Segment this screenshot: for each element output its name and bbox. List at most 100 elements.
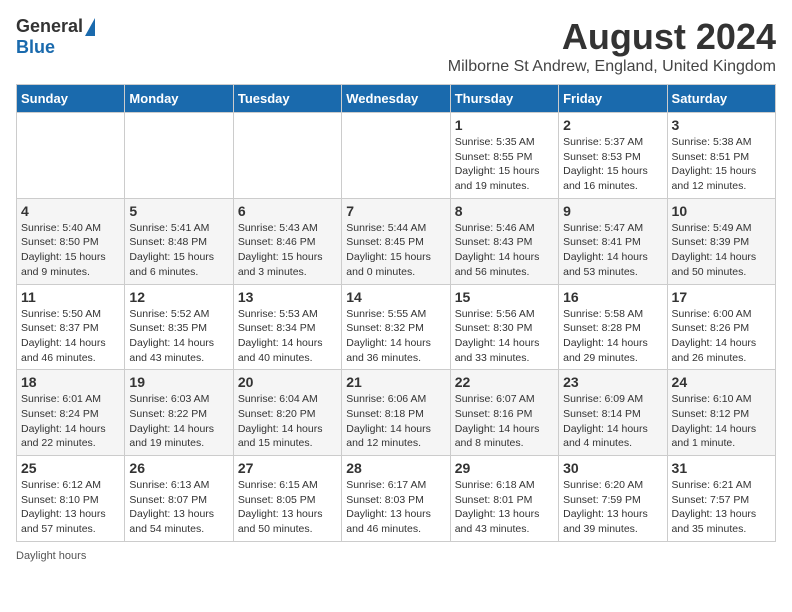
day-info: Sunrise: 5:52 AM Sunset: 8:35 PM Dayligh… — [129, 307, 228, 366]
day-number: 5 — [129, 203, 228, 219]
day-number: 30 — [563, 460, 662, 476]
day-info: Sunrise: 6:15 AM Sunset: 8:05 PM Dayligh… — [238, 478, 337, 537]
calendar-cell: 6 Sunrise: 5:43 AM Sunset: 8:46 PM Daylig… — [233, 198, 341, 284]
day-info: Sunrise: 5:55 AM Sunset: 8:32 PM Dayligh… — [346, 307, 445, 366]
day-info: Sunrise: 5:50 AM Sunset: 8:37 PM Dayligh… — [21, 307, 120, 366]
day-number: 4 — [21, 203, 120, 219]
calendar-cell — [17, 113, 125, 199]
calendar-cell: 23Sunrise: 6:09 AM Sunset: 8:14 PM Dayli… — [559, 370, 667, 456]
day-info: Sunrise: 6:10 AM Sunset: 8:12 PM Dayligh… — [672, 392, 771, 451]
day-number: 29 — [455, 460, 554, 476]
day-info: Sunrise: 6:06 AM Sunset: 8:18 PM Dayligh… — [346, 392, 445, 451]
day-number: 6 — [238, 203, 337, 219]
day-number: 22 — [455, 374, 554, 390]
day-info: Sunrise: 5:35 AM Sunset: 8:55 PM Dayligh… — [455, 135, 554, 194]
day-info: Sunrise: 5:43 AM Sunset: 8:46 PM Dayligh… — [238, 221, 337, 280]
calendar-cell — [233, 113, 341, 199]
calendar-day-header: Wednesday — [342, 85, 450, 113]
day-info: Sunrise: 6:03 AM Sunset: 8:22 PM Dayligh… — [129, 392, 228, 451]
calendar-week-row: 25Sunrise: 6:12 AM Sunset: 8:10 PM Dayli… — [17, 456, 776, 542]
calendar-header-row: SundayMondayTuesdayWednesdayThursdayFrid… — [17, 85, 776, 113]
day-info: Sunrise: 6:17 AM Sunset: 8:03 PM Dayligh… — [346, 478, 445, 537]
logo-general-text: General — [16, 16, 83, 37]
day-info: Sunrise: 5:37 AM Sunset: 8:53 PM Dayligh… — [563, 135, 662, 194]
page-header: General Blue August 2024 Milborne St And… — [16, 16, 776, 76]
day-number: 19 — [129, 374, 228, 390]
calendar-cell: 31Sunrise: 6:21 AM Sunset: 7:57 PM Dayli… — [667, 456, 775, 542]
main-title: August 2024 — [448, 16, 776, 58]
day-number: 1 — [455, 117, 554, 133]
calendar-cell: 26Sunrise: 6:13 AM Sunset: 8:07 PM Dayli… — [125, 456, 233, 542]
calendar-cell: 12 Sunrise: 5:52 AM Sunset: 8:35 PM Dayli… — [125, 284, 233, 370]
calendar-table: SundayMondayTuesdayWednesdayThursdayFrid… — [16, 84, 776, 542]
day-number: 17 — [672, 289, 771, 305]
day-info: Sunrise: 6:21 AM Sunset: 7:57 PM Dayligh… — [672, 478, 771, 537]
day-info: Sunrise: 5:38 AM Sunset: 8:51 PM Dayligh… — [672, 135, 771, 194]
day-number: 25 — [21, 460, 120, 476]
day-number: 15 — [455, 289, 554, 305]
calendar-cell: 18 Sunrise: 6:01 AM Sunset: 8:24 PM Dayli… — [17, 370, 125, 456]
calendar-cell: 9 Sunrise: 5:47 AM Sunset: 8:41 PM Daylig… — [559, 198, 667, 284]
day-info: Sunrise: 6:01 AM Sunset: 8:24 PM Dayligh… — [21, 392, 120, 451]
calendar-cell: 27 Sunrise: 6:15 AM Sunset: 8:05 PM Dayli… — [233, 456, 341, 542]
calendar-cell: 10Sunrise: 5:49 AM Sunset: 8:39 PM Dayli… — [667, 198, 775, 284]
calendar-day-header: Saturday — [667, 85, 775, 113]
day-info: Sunrise: 5:40 AM Sunset: 8:50 PM Dayligh… — [21, 221, 120, 280]
day-info: Sunrise: 5:56 AM Sunset: 8:30 PM Dayligh… — [455, 307, 554, 366]
day-info: Sunrise: 5:41 AM Sunset: 8:48 PM Dayligh… — [129, 221, 228, 280]
calendar-cell — [342, 113, 450, 199]
calendar-cell: 22Sunrise: 6:07 AM Sunset: 8:16 PM Dayli… — [450, 370, 558, 456]
calendar-cell: 30 Sunrise: 6:20 AM Sunset: 7:59 PM Dayli… — [559, 456, 667, 542]
day-number: 24 — [672, 374, 771, 390]
day-info: Sunrise: 6:20 AM Sunset: 7:59 PM Dayligh… — [563, 478, 662, 537]
day-number: 27 — [238, 460, 337, 476]
day-number: 20 — [238, 374, 337, 390]
calendar-day-header: Sunday — [17, 85, 125, 113]
calendar-cell: 5 Sunrise: 5:41 AM Sunset: 8:48 PM Daylig… — [125, 198, 233, 284]
calendar-cell: 21 Sunrise: 6:06 AM Sunset: 8:18 PM Dayli… — [342, 370, 450, 456]
day-info: Sunrise: 5:58 AM Sunset: 8:28 PM Dayligh… — [563, 307, 662, 366]
day-number: 16 — [563, 289, 662, 305]
day-info: Sunrise: 5:44 AM Sunset: 8:45 PM Dayligh… — [346, 221, 445, 280]
calendar-cell: 15 Sunrise: 5:56 AM Sunset: 8:30 PM Dayli… — [450, 284, 558, 370]
day-info: Sunrise: 6:13 AM Sunset: 8:07 PM Dayligh… — [129, 478, 228, 537]
calendar-day-header: Friday — [559, 85, 667, 113]
calendar-cell: 16 Sunrise: 5:58 AM Sunset: 8:28 PM Dayli… — [559, 284, 667, 370]
footer-note: Daylight hours — [16, 550, 776, 562]
day-number: 11 — [21, 289, 120, 305]
calendar-cell: 8 Sunrise: 5:46 AM Sunset: 8:43 PM Daylig… — [450, 198, 558, 284]
calendar-cell: 29 Sunrise: 6:18 AM Sunset: 8:01 PM Dayli… — [450, 456, 558, 542]
calendar-cell: 17 Sunrise: 6:00 AM Sunset: 8:26 PM Dayli… — [667, 284, 775, 370]
day-number: 28 — [346, 460, 445, 476]
day-number: 2 — [563, 117, 662, 133]
calendar-week-row: 1 Sunrise: 5:35 AM Sunset: 8:55 PM Daylig… — [17, 113, 776, 199]
logo-triangle-icon — [85, 18, 95, 36]
day-info: Sunrise: 5:49 AM Sunset: 8:39 PM Dayligh… — [672, 221, 771, 280]
day-info: Sunrise: 6:00 AM Sunset: 8:26 PM Dayligh… — [672, 307, 771, 366]
day-number: 21 — [346, 374, 445, 390]
calendar-cell: 4 Sunrise: 5:40 AM Sunset: 8:50 PM Daylig… — [17, 198, 125, 284]
day-number: 12 — [129, 289, 228, 305]
day-number: 7 — [346, 203, 445, 219]
calendar-cell: 13Sunrise: 5:53 AM Sunset: 8:34 PM Dayli… — [233, 284, 341, 370]
day-number: 8 — [455, 203, 554, 219]
calendar-cell: 25Sunrise: 6:12 AM Sunset: 8:10 PM Dayli… — [17, 456, 125, 542]
day-number: 14 — [346, 289, 445, 305]
day-number: 3 — [672, 117, 771, 133]
logo: General Blue — [16, 16, 95, 58]
calendar-week-row: 4 Sunrise: 5:40 AM Sunset: 8:50 PM Daylig… — [17, 198, 776, 284]
calendar-cell: 20 Sunrise: 6:04 AM Sunset: 8:20 PM Dayli… — [233, 370, 341, 456]
day-info: Sunrise: 6:09 AM Sunset: 8:14 PM Dayligh… — [563, 392, 662, 451]
day-info: Sunrise: 5:53 AM Sunset: 8:34 PM Dayligh… — [238, 307, 337, 366]
day-info: Sunrise: 6:04 AM Sunset: 8:20 PM Dayligh… — [238, 392, 337, 451]
day-number: 18 — [21, 374, 120, 390]
calendar-cell: 2 Sunrise: 5:37 AM Sunset: 8:53 PM Daylig… — [559, 113, 667, 199]
calendar-cell: 24 Sunrise: 6:10 AM Sunset: 8:12 PM Dayli… — [667, 370, 775, 456]
day-info: Sunrise: 5:47 AM Sunset: 8:41 PM Dayligh… — [563, 221, 662, 280]
calendar-cell — [125, 113, 233, 199]
calendar-cell: 28 Sunrise: 6:17 AM Sunset: 8:03 PM Dayli… — [342, 456, 450, 542]
day-info: Sunrise: 6:18 AM Sunset: 8:01 PM Dayligh… — [455, 478, 554, 537]
day-number: 9 — [563, 203, 662, 219]
calendar-cell: 1 Sunrise: 5:35 AM Sunset: 8:55 PM Daylig… — [450, 113, 558, 199]
day-info: Sunrise: 5:46 AM Sunset: 8:43 PM Dayligh… — [455, 221, 554, 280]
